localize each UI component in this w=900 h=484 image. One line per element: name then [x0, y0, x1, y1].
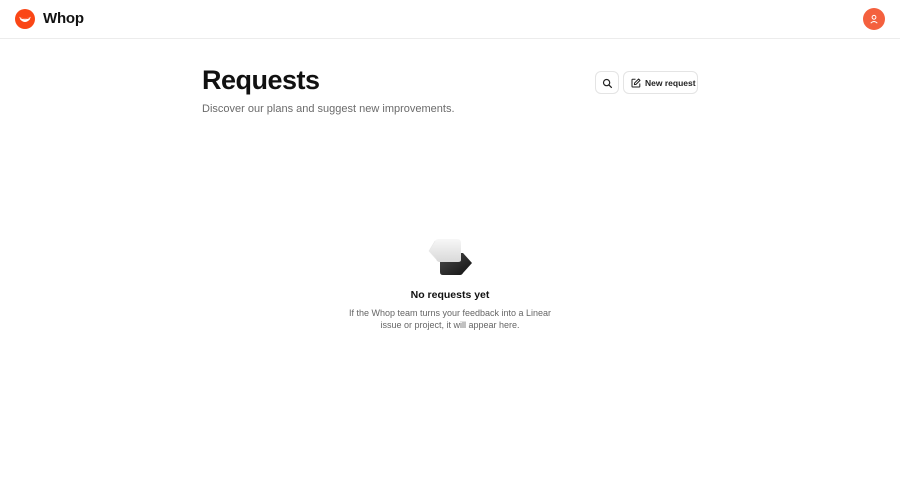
- whop-logo-icon[interactable]: [15, 9, 35, 29]
- page-title: Requests: [202, 65, 320, 95]
- new-request-label: New request: [645, 78, 696, 88]
- new-request-button[interactable]: New request: [623, 71, 698, 94]
- top-bar: Whop: [0, 0, 900, 39]
- brand-name[interactable]: Whop: [43, 10, 84, 27]
- page-subtitle: Discover our plans and suggest new impro…: [202, 103, 455, 115]
- empty-state-description: If the Whop team turns your feedback int…: [348, 308, 552, 330]
- empty-state-title: No requests yet: [410, 289, 490, 301]
- avatar[interactable]: [863, 8, 885, 30]
- search-icon: [602, 78, 613, 89]
- user-icon: [870, 14, 878, 24]
- search-button[interactable]: [595, 71, 619, 94]
- empty-box-icon: [427, 238, 473, 278]
- edit-icon: [631, 78, 641, 88]
